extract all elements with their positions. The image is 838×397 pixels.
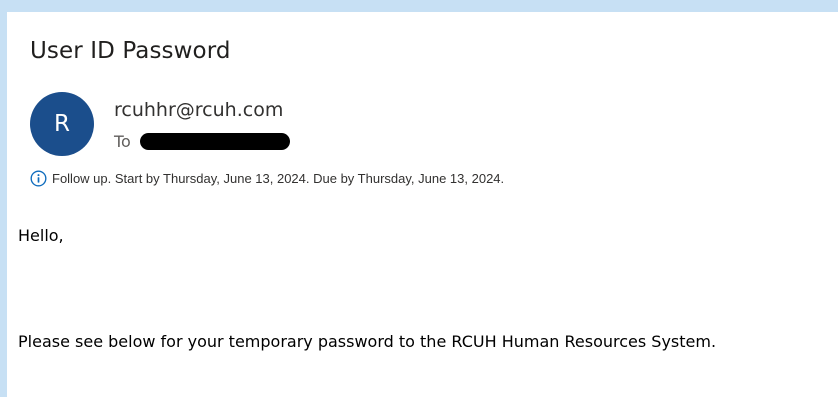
reading-pane: User ID Password R rcuhhr@rcuh.com To Fo…: [7, 12, 838, 397]
sender-avatar[interactable]: R: [30, 92, 94, 156]
recipient-row: To: [114, 129, 290, 153]
avatar-initial: R: [54, 111, 70, 137]
email-subject: User ID Password: [30, 38, 231, 64]
followup-banner: Follow up. Start by Thursday, June 13, 2…: [30, 167, 504, 189]
info-icon: [30, 170, 47, 186]
email-greeting: Hello,: [18, 226, 64, 245]
email-body-line: Please see below for your temporary pass…: [18, 332, 717, 351]
sender-address[interactable]: rcuhhr@rcuh.com: [114, 99, 283, 121]
followup-text: Follow up. Start by Thursday, June 13, 2…: [52, 170, 505, 186]
redacted-recipient: [139, 132, 290, 150]
to-label: To: [114, 131, 131, 151]
